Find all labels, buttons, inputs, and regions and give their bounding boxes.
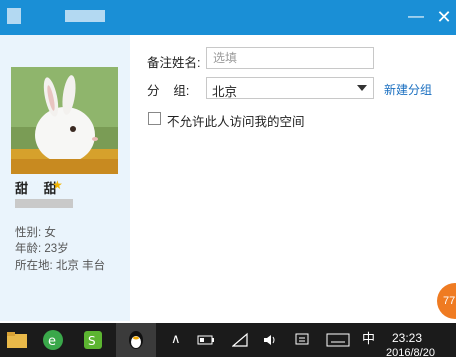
new-group-link[interactable]: 新建分组 xyxy=(384,81,432,98)
clock-date[interactable]: 2016/8/20 xyxy=(386,347,435,359)
remark-label: 备注姓名: xyxy=(147,56,201,70)
privacy-checkbox-label: 不允许此人访问我的空间 xyxy=(167,115,305,129)
chevron-down-icon xyxy=(357,85,367,91)
group-select[interactable]: 北京 xyxy=(206,77,374,99)
svg-text:S: S xyxy=(88,334,96,348)
age-info: 年龄: 23岁 xyxy=(15,243,69,255)
security-app-icon[interactable]: S xyxy=(82,329,104,351)
wifi-icon[interactable] xyxy=(232,332,248,348)
remark-input[interactable] xyxy=(206,47,374,69)
group-select-value: 北京 xyxy=(212,85,238,99)
battery-icon[interactable] xyxy=(197,332,215,348)
action-center-icon[interactable] xyxy=(294,332,310,348)
location-info: 所在地: 北京 丰台 xyxy=(15,260,106,272)
ime-indicator[interactable]: 中 xyxy=(362,331,375,347)
privacy-checkbox[interactable] xyxy=(148,112,161,125)
gender-info: 性别: 女 xyxy=(15,227,56,239)
svg-text:e: e xyxy=(48,334,56,349)
close-button[interactable]: ✕ xyxy=(432,6,456,28)
keyboard-icon[interactable] xyxy=(326,333,350,347)
browser-icon[interactable]: e xyxy=(42,329,64,351)
volume-icon[interactable] xyxy=(262,332,278,348)
tray-expand-icon[interactable]: ∧ xyxy=(171,331,181,347)
folder-icon[interactable] xyxy=(6,329,28,351)
profile-panel: 甜 甜 ★ 性别: 女 年龄: 23岁 所在地: 北京 丰台 xyxy=(0,35,130,321)
avatar xyxy=(11,67,118,174)
qq-number-redacted xyxy=(15,199,73,208)
group-label: 分 组: xyxy=(147,84,190,98)
rabbit-photo xyxy=(11,67,118,174)
qq-penguin-icon[interactable] xyxy=(125,329,147,351)
star-icon: ★ xyxy=(52,178,63,192)
minimize-button[interactable]: — xyxy=(404,6,428,28)
floating-badge[interactable]: 77 xyxy=(437,283,456,319)
app-icon xyxy=(7,8,21,24)
window-title-redacted xyxy=(65,10,105,22)
clock-time[interactable]: 23:23 xyxy=(392,331,456,345)
taskbar: e S ∧ 中 23:23 2016/8/20 xyxy=(0,323,456,359)
title-bar: — ✕ xyxy=(0,0,456,35)
